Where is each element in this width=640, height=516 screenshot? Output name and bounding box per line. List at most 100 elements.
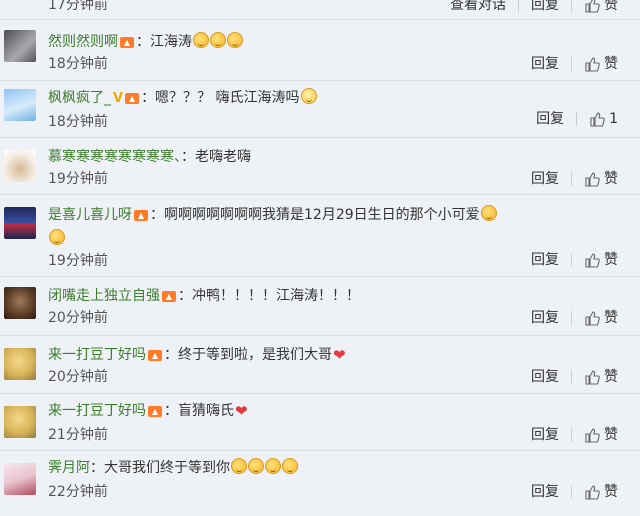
divider (571, 57, 572, 71)
like-button[interactable]: 赞 (584, 482, 618, 502)
avatar[interactable] (4, 406, 36, 438)
avatar[interactable] (4, 463, 36, 495)
vip-icon: ▲ (134, 210, 148, 221)
cute-face-icon (49, 229, 65, 245)
comment-actions: 回复 赞 (531, 169, 618, 189)
comment-text: ：大哥我们终于等到你 (90, 460, 230, 476)
like-label: 赞 (604, 369, 618, 385)
like-button[interactable]: 赞 (584, 54, 618, 74)
like-label: 赞 (604, 0, 618, 13)
avatar[interactable] (4, 150, 36, 182)
reply-button[interactable]: 回复 (531, 250, 559, 270)
divider (571, 253, 572, 267)
comment-content: 枫枫疯了_ V ▲ ：嗯？？？ 嗨氏江海涛吗 (48, 87, 636, 110)
comment-content: 慕寒寒寒寒寒寒寒寒、：老嗨老嗨 (48, 146, 636, 168)
like-count: 1 (609, 111, 618, 127)
username-link[interactable]: 枫枫疯了_ (48, 90, 111, 106)
like-button[interactable]: 赞 (584, 367, 618, 387)
cute-face-icon (480, 205, 497, 221)
thumbs-up-icon (585, 485, 600, 500)
username-link[interactable]: 慕寒寒寒寒寒寒寒寒、 (48, 149, 181, 165)
comment-content: 霁月阿：大哥我们终于等到你 (48, 457, 636, 479)
divider (576, 112, 578, 126)
comment-time: 17分钟前 (48, 0, 108, 13)
comment-feed: 17分钟前 查看对话 回复 赞 然则然则啊▲：江海涛 18分钟前 回复 赞 (0, 0, 640, 516)
comment-item: 是喜儿喜儿呀 ▲ ：啊啊啊啊啊啊啊我猜是12月29日生日的那个小可爱 19分钟前 回… (0, 195, 640, 277)
vip-icon: ▲ (125, 93, 140, 104)
avatar[interactable] (4, 89, 36, 121)
like-button[interactable]: 1 (589, 109, 618, 129)
crying-face-icon (227, 32, 243, 48)
like-button[interactable]: 赞 (584, 250, 618, 270)
like-label: 赞 (604, 56, 618, 72)
reply-button[interactable]: 回复 (531, 54, 559, 74)
like-label: 赞 (604, 171, 618, 187)
view-conversation-link[interactable]: 查看对话 (450, 0, 506, 15)
vip-icon: ▲ (148, 350, 162, 361)
comment-content: 来一打豆丁好吗 ▲ ：盲猜嗨氏❤ (48, 400, 636, 422)
username-link[interactable]: 来一打豆丁好吗 (48, 347, 146, 363)
avatar[interactable] (4, 287, 36, 319)
comment-item: 然则然则啊 ▲ ：江海涛 18分钟前 回复 赞 (0, 20, 640, 81)
heart-icon: ❤ (235, 402, 248, 420)
vip-icon: ▲ (120, 37, 134, 48)
comment-item: 闭嘴走上独立自强 ▲ ：冲鸭！！！！江海涛！！！ 20分钟前 回复 赞 (0, 277, 640, 336)
like-button[interactable]: 赞 (584, 308, 618, 328)
comment-content: 然则然则啊 ▲ ：江海涛 (48, 31, 636, 53)
divider (518, 0, 519, 12)
divider (571, 172, 572, 186)
comment-time: 18分钟前 (48, 56, 108, 72)
avatar[interactable] (4, 348, 36, 380)
comment-time: 19分钟前 (48, 171, 108, 187)
comment-text: ：终于等到啦，是我们大哥 (164, 347, 332, 363)
comment-actions: 回复 赞 (531, 250, 618, 270)
username-link[interactable]: 是喜儿喜儿呀 (48, 207, 132, 223)
thumbs-up-icon (585, 0, 600, 13)
comment-content: 闭嘴走上独立自强 ▲ ：冲鸭！！！！江海涛！！！ (48, 285, 636, 307)
reply-button[interactable]: 回复 (531, 169, 559, 189)
divider (571, 311, 572, 325)
divider (571, 0, 572, 12)
comment-item: 慕寒寒寒寒寒寒寒寒、：老嗨老嗨 19分钟前 回复 赞 (0, 138, 640, 195)
reply-button[interactable]: 回复 (531, 482, 559, 502)
username-link[interactable]: 闭嘴走上独立自强 (48, 288, 160, 304)
comment-item: 枫枫疯了_ V ▲ ：嗯？？？ 嗨氏江海涛吗 18分钟前 回复 1 (0, 81, 640, 138)
divider (571, 485, 572, 499)
comment-item: 来一打豆丁好吗 ▲ ：盲猜嗨氏❤ 21分钟前 回复 赞 (0, 394, 640, 451)
reply-button[interactable]: 回复 (531, 367, 559, 387)
crying-face-icon (231, 458, 247, 474)
username-link[interactable]: 然则然则啊 (48, 34, 118, 50)
thumbs-up-icon (590, 112, 605, 127)
reply-button[interactable]: 回复 (531, 308, 559, 328)
comment-content: 是喜儿喜儿呀 ▲ ：啊啊啊啊啊啊啊我猜是12月29日生日的那个小可爱 (48, 203, 608, 251)
thumbs-up-icon (585, 311, 600, 326)
reply-button[interactable]: 回复 (536, 109, 564, 129)
comment-content: 来一打豆丁好吗 ▲ ：终于等到啦，是我们大哥❤ (48, 344, 636, 366)
crying-face-icon (265, 458, 281, 474)
avatar[interactable] (4, 207, 36, 239)
username-link[interactable]: 来一打豆丁好吗 (48, 403, 146, 419)
like-button[interactable]: 赞 (584, 169, 618, 189)
crying-face-icon (248, 458, 264, 474)
comment-actions: 查看对话 回复 赞 (450, 0, 618, 15)
like-label: 赞 (604, 310, 618, 326)
username-link[interactable]: 霁月阿 (48, 460, 90, 476)
thumbs-up-icon (585, 57, 600, 72)
comment-text: ：冲鸭！！！！江海涛！！！ (178, 288, 360, 304)
comment-item: 17分钟前 查看对话 回复 赞 (0, 0, 640, 20)
comment-text: ：老嗨老嗨 (181, 149, 251, 165)
comment-actions: 回复 1 (536, 109, 618, 129)
like-button[interactable]: 赞 (584, 0, 618, 15)
thumbs-up-icon (585, 172, 600, 187)
crying-face-icon (193, 32, 209, 48)
comment-actions: 回复 赞 (531, 54, 618, 74)
avatar[interactable] (4, 30, 36, 62)
comment-text: ：嗯？？？ 嗨氏江海涛吗 (141, 90, 300, 106)
reply-button[interactable]: 回复 (531, 0, 559, 15)
comment-item: 霁月阿：大哥我们终于等到你 22分钟前 回复 赞 (0, 451, 640, 516)
comment-time: 19分钟前 (48, 253, 108, 269)
like-button[interactable]: 赞 (584, 425, 618, 445)
reply-button[interactable]: 回复 (531, 425, 559, 445)
crying-face-icon (210, 32, 226, 48)
heart-icon: ❤ (333, 346, 346, 364)
